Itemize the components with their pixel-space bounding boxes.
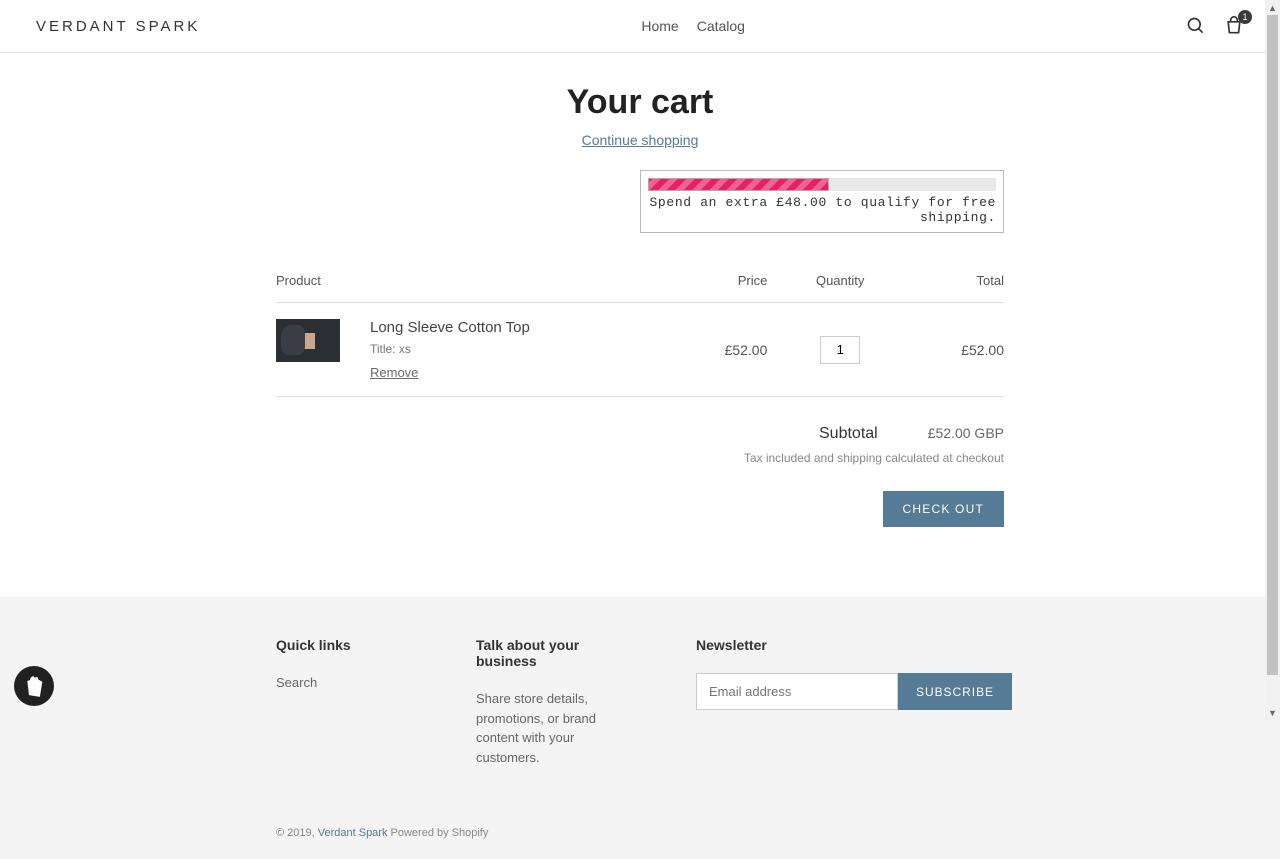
scrollbar-down-icon[interactable]: ▼ — [1265, 705, 1280, 720]
product-name[interactable]: Long Sleeve Cotton Top — [370, 319, 530, 336]
remove-link[interactable]: Remove — [370, 365, 418, 380]
about-text: Share store details, promotions, or bran… — [476, 689, 636, 767]
site-footer: Quick links Search Talk about your busin… — [0, 597, 1280, 859]
quantity-input[interactable] — [820, 336, 860, 364]
subscribe-button[interactable]: SUBSCRIBE — [898, 673, 1012, 710]
footer-quick-links: Quick links Search — [276, 637, 416, 767]
newsletter-title: Newsletter — [696, 637, 1012, 653]
subtotal-label: Subtotal — [819, 425, 878, 443]
product-cell: Long Sleeve Cotton Top Title: xs Remove — [276, 319, 676, 380]
product-image[interactable] — [276, 319, 340, 362]
about-title: Talk about your business — [476, 637, 636, 669]
copyright: © 2019, Verdant Spark Powered by Shopify — [276, 827, 1004, 839]
free-shipping-box: Spend an extra £48.00 to qualify for fre… — [640, 170, 1004, 233]
shipping-progress-fill — [648, 178, 829, 191]
scrollbar[interactable]: ▲ ▼ — [1265, 0, 1280, 720]
shopify-icon[interactable] — [14, 666, 54, 706]
header-icons: 1 — [1186, 16, 1244, 36]
email-input[interactable] — [696, 673, 898, 710]
cart-icon[interactable]: 1 — [1224, 16, 1244, 36]
nav-home[interactable]: Home — [641, 18, 678, 34]
th-product: Product — [276, 273, 676, 303]
store-logo[interactable]: VERDANT SPARK — [36, 18, 200, 35]
item-price: £52.00 — [676, 303, 767, 397]
footer-about: Talk about your business Share store det… — [476, 637, 636, 767]
cart-table: Product Price Quantity Total Long Sleeve… — [276, 273, 1004, 397]
main-nav: Home Catalog — [641, 18, 745, 34]
scrollbar-up-icon[interactable]: ▲ — [1265, 0, 1280, 15]
cart-totals: Subtotal £52.00 GBP Tax included and shi… — [276, 425, 1004, 527]
th-quantity: Quantity — [767, 273, 913, 303]
checkout-button[interactable]: CHECK OUT — [883, 491, 1004, 527]
footer-search-link[interactable]: Search — [276, 675, 317, 690]
product-variant: Title: xs — [370, 342, 530, 356]
cart-item-row: Long Sleeve Cotton Top Title: xs Remove … — [276, 303, 1004, 397]
subtotal-value: £52.00 GBP — [928, 425, 1004, 441]
site-header: VERDANT SPARK Home Catalog 1 — [0, 0, 1280, 53]
th-total: Total — [913, 273, 1004, 303]
tax-note: Tax included and shipping calculated at … — [276, 451, 1004, 465]
item-total: £52.00 — [913, 303, 1004, 397]
th-price: Price — [676, 273, 767, 303]
scrollbar-thumb[interactable] — [1267, 15, 1278, 675]
shipping-progress-track — [648, 178, 996, 191]
copyright-store-link[interactable]: Verdant Spark — [318, 827, 388, 839]
cart-count-badge: 1 — [1238, 10, 1252, 24]
quick-links-title: Quick links — [276, 637, 416, 653]
cart-container: Your cart Continue shopping Spend an ext… — [276, 83, 1004, 567]
shipping-message: Spend an extra £48.00 to qualify for fre… — [648, 195, 996, 225]
nav-catalog[interactable]: Catalog — [697, 18, 745, 34]
footer-newsletter: Newsletter SUBSCRIBE — [696, 637, 1012, 767]
page-title: Your cart — [276, 83, 1004, 122]
search-icon[interactable] — [1186, 16, 1206, 36]
continue-shopping-link[interactable]: Continue shopping — [276, 132, 1004, 148]
